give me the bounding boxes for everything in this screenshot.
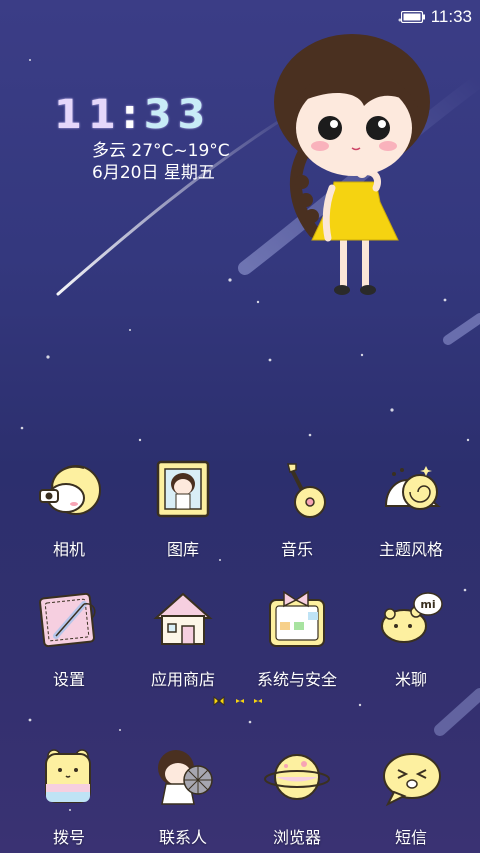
clock-time: 11:33 [54, 90, 264, 140]
app-browser[interactable]: 浏览器 [240, 738, 354, 853]
app-settings[interactable]: 设置 [12, 580, 126, 698]
page-indicator[interactable] [212, 694, 268, 708]
app-label: 米聊 [394, 670, 427, 689]
browser-icon [264, 754, 330, 800]
contacts-icon [158, 750, 213, 805]
girl-illustration [274, 34, 430, 295]
app-store[interactable]: 应用商店 [126, 580, 240, 698]
app-label: 拨号 [52, 828, 85, 847]
app-theme[interactable]: 主题风格 [354, 450, 468, 568]
app-row: 设置 应用商店 系统与安全 mi 米聊 [0, 580, 480, 698]
app-label: 设置 [52, 670, 85, 689]
app-label: 主题风格 [378, 540, 443, 559]
app-label: 系统与安全 [256, 670, 337, 689]
app-label: 相机 [52, 540, 85, 559]
battery-icon [400, 11, 425, 23]
app-label: 图库 [166, 540, 199, 559]
dialer-icon [45, 749, 91, 803]
camera-icon [39, 465, 101, 515]
dock: 拨号 联系人 浏览器 短信 [0, 738, 480, 853]
app-label: 联系人 [158, 828, 207, 847]
status-time: 11:33 [430, 7, 472, 26]
miliao-badge: mi [420, 598, 435, 611]
security-icon [269, 590, 325, 647]
weather-text: 多云 27°C~19°C [92, 141, 230, 161]
status-bar: 11:33 [0, 0, 480, 34]
app-label: 浏览器 [272, 828, 321, 847]
clock-digit: 1 [54, 92, 88, 138]
messages-icon [383, 753, 441, 807]
theme-icon [384, 466, 441, 510]
app-row: 相机 图库 音乐 主题风格 [0, 450, 480, 568]
app-label: 音乐 [280, 540, 313, 559]
app-camera[interactable]: 相机 [12, 450, 126, 568]
app-store-icon [153, 592, 213, 645]
app-miliao[interactable]: mi 米聊 [354, 580, 468, 698]
app-label: 短信 [394, 828, 427, 847]
clock-digit: 1 [87, 92, 122, 138]
settings-icon [39, 592, 96, 648]
app-contacts[interactable]: 联系人 [126, 738, 240, 853]
app-security[interactable]: 系统与安全 [240, 580, 354, 698]
gallery-icon [156, 460, 210, 518]
app-dialer[interactable]: 拨号 [12, 738, 126, 853]
app-music[interactable]: 音乐 [240, 450, 354, 568]
clock-widget[interactable]: 11:33 多云 27°C~19°C 6月20日 星期五 [54, 90, 264, 184]
app-messages[interactable]: 短信 [354, 738, 468, 853]
clock-digit: 3 [177, 92, 212, 138]
clock-digit: 3 [143, 92, 178, 138]
app-gallery[interactable]: 图库 [126, 450, 240, 568]
date-text: 6月20日 星期五 [92, 163, 215, 183]
app-label: 应用商店 [150, 670, 215, 689]
miliao-icon: mi [381, 592, 443, 643]
music-icon [287, 463, 326, 518]
clock-colon: : [121, 92, 144, 138]
